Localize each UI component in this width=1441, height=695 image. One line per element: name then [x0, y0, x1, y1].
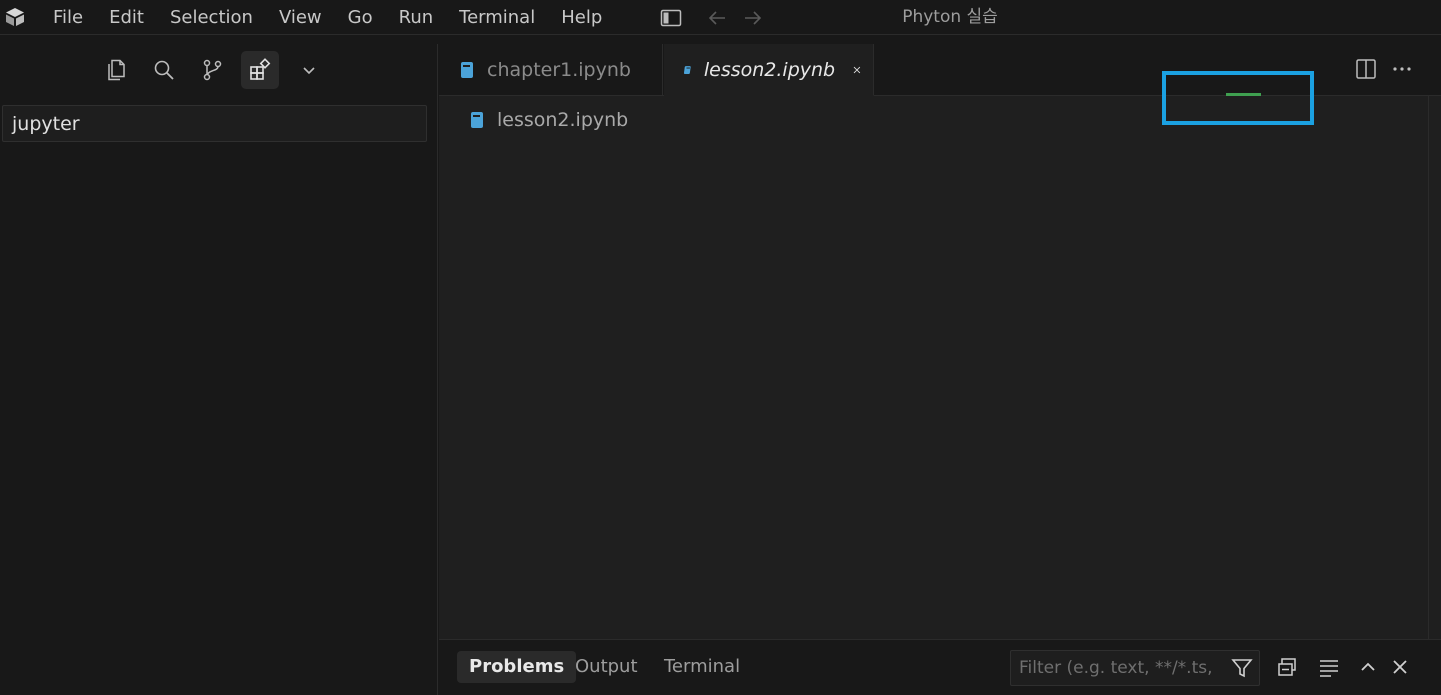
activity-tabs — [0, 44, 438, 96]
close-panel-icon[interactable] — [1389, 656, 1411, 678]
chevron-down-icon — [303, 67, 315, 75]
menu-run[interactable]: Run — [386, 0, 447, 35]
tab-lesson2[interactable]: lesson2.ipynb — [664, 44, 874, 96]
arrow-right-icon[interactable] — [742, 7, 764, 29]
notebook-icon — [471, 112, 483, 128]
menu-bar: File Edit Selection View Go Run Terminal… — [40, 0, 615, 35]
close-icon[interactable] — [853, 62, 861, 78]
title-bar: File Edit Selection View Go Run Terminal… — [0, 0, 1441, 35]
collapse-all-icon[interactable] — [1276, 656, 1298, 678]
split-editor-icon[interactable] — [1355, 58, 1377, 80]
panel-tab-output[interactable]: Output — [563, 651, 650, 683]
filter-input[interactable] — [1011, 651, 1227, 685]
window-title: Phyton 실습 — [902, 7, 998, 27]
explorer-tab[interactable] — [97, 51, 135, 89]
notebook-icon — [684, 65, 691, 74]
sidebar: jupyter — [0, 44, 438, 695]
chevron-up-icon[interactable] — [1357, 656, 1379, 678]
tab-chapter1[interactable]: chapter1.ipynb — [439, 44, 663, 96]
source-control-tab[interactable] — [193, 51, 231, 89]
menu-terminal[interactable]: Terminal — [446, 0, 548, 35]
more-actions-icon[interactable] — [1391, 58, 1413, 80]
menu-help[interactable]: Help — [548, 0, 615, 35]
filter-icon[interactable] — [1231, 657, 1253, 679]
search-tab[interactable] — [145, 51, 183, 89]
breadcrumb[interactable]: lesson2.ipynb — [469, 107, 628, 133]
vertical-scrollbar[interactable] — [1428, 96, 1429, 639]
toggle-sidebar-icon[interactable] — [660, 8, 682, 28]
more-views-dropdown[interactable] — [290, 51, 328, 89]
menu-go[interactable]: Go — [335, 0, 386, 35]
editor-area: chapter1.ipynb lesson2.ipynb lesson2.ipy… — [439, 44, 1441, 639]
extensions-icon — [250, 58, 271, 80]
menu-file[interactable]: File — [40, 0, 96, 35]
arrow-left-icon[interactable] — [706, 7, 728, 29]
problems-filter — [1010, 650, 1260, 686]
panel-tab-terminal[interactable]: Terminal — [652, 651, 752, 683]
extension-search-input[interactable]: jupyter — [2, 105, 427, 142]
source-control-icon — [203, 59, 222, 81]
highlight-box — [1162, 71, 1314, 125]
tab-label: chapter1.ipynb — [487, 59, 631, 81]
word-wrap-icon[interactable] — [1318, 656, 1340, 678]
notebook-icon — [461, 62, 473, 78]
search-icon — [154, 60, 174, 80]
panel-tab-problems[interactable]: Problems — [457, 651, 577, 683]
menu-view[interactable]: View — [266, 0, 335, 35]
tab-label: lesson2.ipynb — [703, 58, 836, 81]
menu-selection[interactable]: Selection — [157, 0, 266, 35]
progress-indicator — [1226, 93, 1261, 96]
bottom-panel: Problems Output Terminal — [439, 639, 1441, 695]
menu-edit[interactable]: Edit — [96, 0, 157, 35]
extensions-tab[interactable] — [241, 51, 279, 89]
app-logo-icon[interactable] — [4, 6, 26, 28]
files-icon — [108, 59, 125, 81]
breadcrumb-file: lesson2.ipynb — [497, 109, 629, 131]
